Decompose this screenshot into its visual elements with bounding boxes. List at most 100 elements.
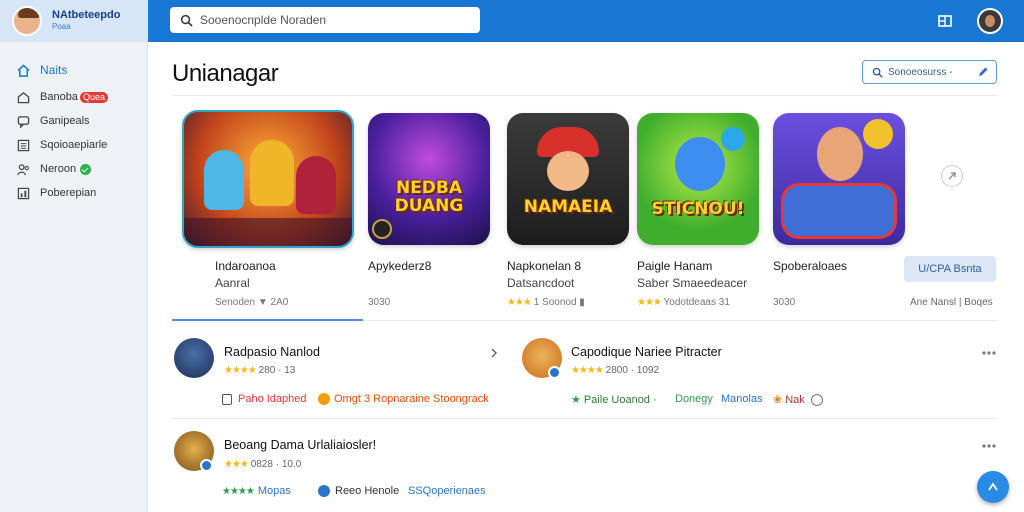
tag-item[interactable]: Donegy [675, 393, 713, 405]
window-icon[interactable] [936, 12, 954, 30]
page-title: Unianagar [172, 60, 279, 87]
sidebar-item-poberepian[interactable]: Poberepian [17, 185, 96, 201]
chevron-right-icon [948, 172, 956, 180]
game-subname: Aanral [215, 276, 250, 290]
people-icon [17, 163, 29, 175]
chat-icon [17, 115, 30, 128]
sidebar-item-sqoioaepiarle[interactable]: Sqoioaepiarle [17, 137, 107, 153]
sidebar-item-ganipeals[interactable]: Ganipeals [17, 113, 90, 129]
game-subname: Saber Smaeedeacer [637, 276, 748, 290]
entry-meta: ★★★ 0828 · 10.0 [224, 459, 301, 470]
coin-icon [318, 393, 330, 405]
sidebar-item-label: Naits [40, 63, 68, 77]
tag-item[interactable]: ★★★★ Mopas [222, 485, 291, 497]
get-button[interactable]: U/CPA Bsnta [904, 256, 996, 282]
sidebar-item-neroon[interactable]: Neroon [17, 161, 92, 177]
carousel-next-button[interactable] [941, 165, 963, 187]
game-logo-text: STICNOU! [651, 199, 745, 219]
game-thumbnail[interactable]: NAMAEIA [507, 113, 629, 245]
game-meta: 3030 [773, 297, 796, 308]
verified-icon [548, 366, 561, 379]
entry-title[interactable]: Capodique Nariee Pitracter [571, 345, 722, 359]
entry-title[interactable]: Radpasio Nanlod [224, 345, 320, 359]
sidebar-item-label: Neroon [40, 163, 77, 175]
rating-stars: ★★★★ [571, 365, 604, 376]
compose-button[interactable] [977, 471, 1009, 503]
entry-rating: 2800 · 1092 [605, 365, 660, 376]
entry-meta: ★★★★ 280 · 13 [224, 365, 295, 376]
game-meta-value: 2A0 [270, 297, 289, 308]
divider [172, 95, 997, 96]
rating-stars: ★★★ [507, 297, 532, 308]
sidebar-item-home[interactable]: Naits [17, 62, 67, 78]
tag-item[interactable]: Manolas [721, 393, 763, 405]
game-logo-text: NEDBA DUANG [394, 178, 464, 216]
brand[interactable]: NAtbeteepdo Poaa [0, 0, 148, 42]
search-input[interactable] [200, 13, 460, 27]
game-meta-label: 1 Soonod [533, 297, 577, 308]
entry-title[interactable]: Beoang Dama Urlaliaiosler! [224, 438, 376, 452]
top-bar: NAtbeteepdo Poaa [0, 0, 1024, 42]
game-meta: ★★★ Yodotdeaas 31 [637, 297, 730, 308]
more-icon[interactable] [981, 350, 997, 356]
tag-item[interactable]: Reeo Henole [318, 485, 399, 497]
rating-stars: ★★★ [224, 459, 249, 470]
tag-label: Nak [785, 393, 805, 406]
sort-button-label: Sonoeosurss - [888, 66, 953, 78]
tag-item[interactable]: Omgt 3 Ropnaraine Stoongrack [318, 393, 489, 405]
app-window: NAtbeteepdo Poaa Naits Banoba Quea Ganip… [0, 0, 1024, 512]
sidebar-item-label: Poberepian [40, 187, 97, 199]
entry-rating: 280 · 13 [258, 365, 296, 376]
game-subname: Datsancdoot [507, 276, 575, 290]
tag-icon: ▮ [579, 297, 585, 308]
more-icon[interactable] [981, 443, 997, 449]
entry-meta: ★★★★ 2800 · 1092 [571, 365, 659, 376]
game-meta: ★★★ 1 Soonod ▮ [507, 297, 585, 308]
game-card[interactable]: NEDBA DUANG [368, 113, 490, 245]
sidebar-item-banoba[interactable]: Banoba Quea [17, 89, 108, 105]
smile-icon [810, 393, 823, 406]
avatar[interactable] [174, 338, 214, 378]
game-name: Apykederz8 [368, 259, 432, 273]
tag-item[interactable]: SSQoperienaes [408, 485, 486, 497]
chevron-right-icon[interactable] [490, 348, 498, 358]
tag-label: SSQoperienaes [408, 485, 486, 497]
game-meta: 3030 [368, 297, 391, 308]
game-thumbnail[interactable]: STICNOU! [637, 113, 759, 245]
sidebar-item-label: Banoba [40, 91, 78, 103]
bell-icon: ▼ [257, 297, 268, 308]
tag-item[interactable]: ❀ Nak [773, 393, 823, 406]
divider [172, 418, 997, 419]
game-card[interactable] [182, 110, 354, 248]
sort-button[interactable]: Sonoeosurss - [862, 60, 997, 84]
game-name: Napkonelan 8 [507, 259, 582, 273]
game-meta-label: Senoden [215, 297, 256, 308]
rating-stars: ★★★★ [222, 485, 255, 497]
notification-badge: Quea [79, 91, 108, 103]
paw-icon: ❀ [773, 394, 783, 406]
tag-label: Donegy [675, 393, 713, 405]
game-thumbnail[interactable] [773, 113, 905, 245]
brand-avatar [12, 6, 42, 36]
search-bar[interactable] [170, 7, 480, 33]
brand-subtitle: Poaa [52, 22, 71, 31]
tag-label: Omgt 3 Ropnaraine Stoongrack [334, 393, 489, 405]
game-card[interactable]: NAMAEIA [507, 113, 629, 245]
game-card[interactable]: STICNOU! [637, 113, 759, 245]
rating-stars: ★★★★ [224, 365, 257, 376]
tag-item[interactable]: Paho Idaphed [222, 393, 307, 405]
game-meta: Senoden ▼ 2A0 [215, 297, 288, 308]
tag-label: Reeo Henole [335, 485, 400, 497]
game-thumbnail[interactable]: NEDBA DUANG [368, 113, 490, 245]
game-meta-value: 31 [718, 297, 730, 308]
check-icon [80, 163, 92, 175]
tag-label: Mopas [257, 485, 291, 497]
entry-rating: 0828 · 10.0 [250, 459, 302, 470]
arrow-up-icon [988, 482, 998, 491]
game-card[interactable] [773, 113, 905, 245]
game-name: Paigle Hanam [637, 259, 713, 273]
user-avatar[interactable] [977, 8, 1003, 34]
tag-item[interactable]: ★ Paile Uoanod · [571, 393, 657, 407]
game-thumbnail[interactable] [182, 110, 354, 248]
sidebar-item-label: Sqoioaepiarle [40, 139, 108, 151]
